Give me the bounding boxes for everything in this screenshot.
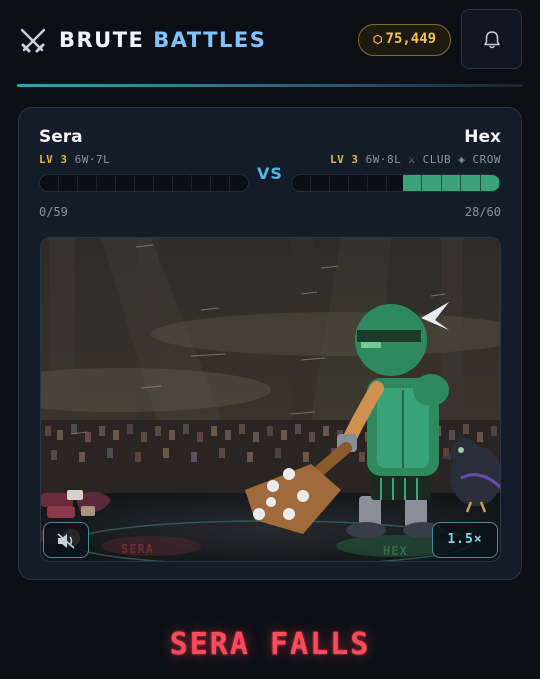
- fighter-left-name: Sera: [39, 127, 83, 147]
- hp-segment: [330, 175, 349, 191]
- fighter-left-level: LV 3: [39, 153, 68, 166]
- fighter-right-name: Hex: [464, 127, 501, 147]
- coin-amount: 75,449: [385, 31, 437, 47]
- battle-card: Sera LV 3 6W·7L Hex LV 3 6W·8L ⚔ CLUB ◈ …: [18, 107, 522, 580]
- notifications-button[interactable]: [461, 9, 522, 69]
- hp-segment: [116, 175, 135, 191]
- fighter-right-hp-text: 28/60: [464, 205, 501, 219]
- hp-segment: [78, 175, 97, 191]
- vs-label: VS: [257, 164, 283, 183]
- bell-icon: [484, 31, 500, 49]
- app-header: BRUTE BATTLES ⬡ 75,449: [0, 0, 540, 80]
- hp-segment: [40, 175, 59, 191]
- fighter-right-pet: CROW: [472, 153, 501, 166]
- right-ring-label: HEX: [383, 544, 408, 558]
- weapon-icon: ⚔: [408, 153, 416, 166]
- battle-result-text: SERA FALLS: [169, 627, 371, 662]
- hp-segment: [135, 175, 154, 191]
- fighter-left-record: 6W·7L: [74, 153, 111, 166]
- hp-segment: [368, 175, 387, 191]
- left-ring-label: SERA: [121, 542, 154, 556]
- fighter-left-stats: LV 3 6W·7L: [39, 153, 110, 166]
- battle-arena: SERA HEX 1.5×: [40, 237, 501, 562]
- fighter-right-stats: LV 3 6W·8L ⚔ CLUB ◈ CROW: [330, 153, 501, 166]
- speaker-muted-icon: [57, 533, 75, 549]
- hp-segment: [154, 175, 173, 191]
- fighter-left-hp-bar: [39, 174, 249, 192]
- hp-segment: [211, 175, 230, 191]
- brand-word-battles: BATTLES: [153, 28, 267, 52]
- coin-icon: ⬡: [372, 33, 383, 46]
- hp-segment: [292, 175, 311, 191]
- speed-toggle-button[interactable]: 1.5×: [432, 522, 498, 558]
- crossed-swords-icon: [20, 28, 46, 53]
- hp-segment: [349, 175, 368, 191]
- fighter-right-level: LV 3: [330, 153, 359, 166]
- hp-segment: [59, 175, 78, 191]
- hp-segment: [230, 175, 248, 191]
- hp-segment: [97, 175, 116, 191]
- coin-balance[interactable]: ⬡ 75,449: [358, 24, 451, 56]
- fighter-right-weapon: CLUB: [422, 153, 452, 166]
- brand-title: BRUTE BATTLES: [59, 28, 266, 52]
- hp-fill: [402, 175, 500, 191]
- hp-segment: [311, 175, 330, 191]
- header-divider: [17, 84, 523, 87]
- fighter-right-record: 6W·8L: [365, 153, 402, 166]
- arena-scene: [41, 238, 500, 561]
- brand-word-brute: BRUTE: [59, 28, 145, 52]
- mute-button[interactable]: [43, 522, 89, 558]
- fighter-left-hp-text: 0/59: [39, 205, 68, 219]
- pet-icon: ◈: [458, 153, 466, 166]
- fighter-right-hp-bar: [291, 174, 501, 192]
- hp-segment: [192, 175, 211, 191]
- hp-segment: [173, 175, 192, 191]
